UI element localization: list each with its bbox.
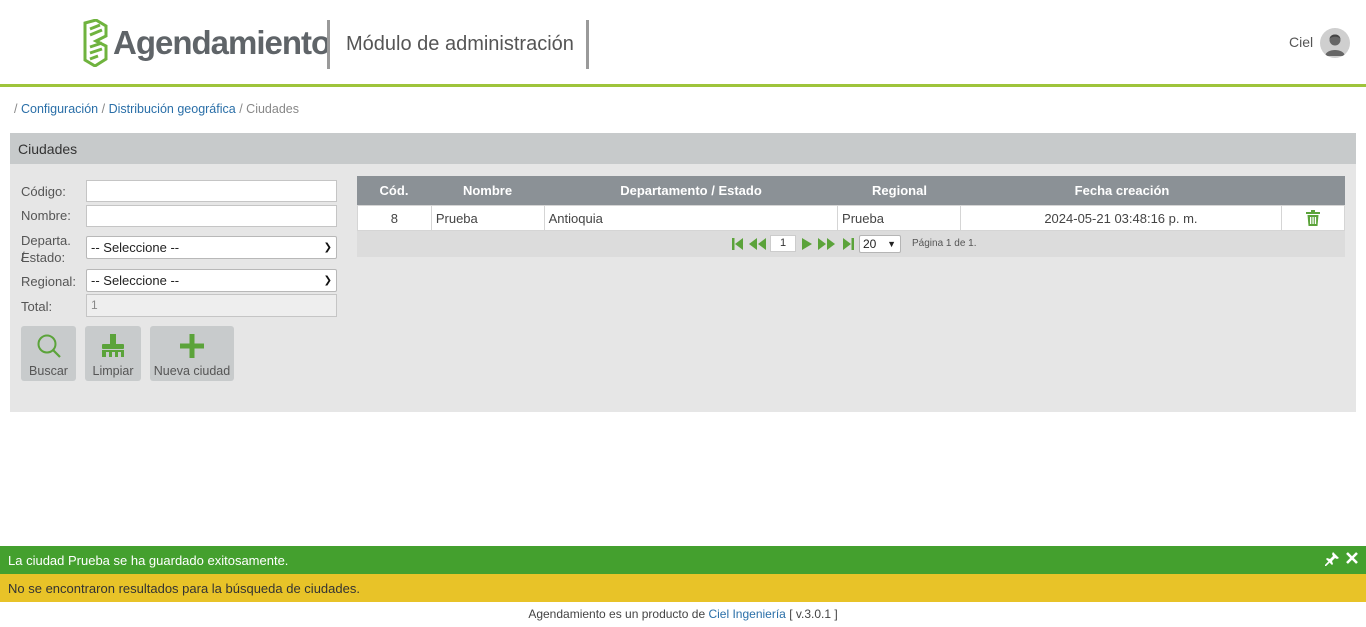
codigo-label: Código: (21, 184, 66, 199)
next-page-icon[interactable] (802, 238, 812, 253)
footer: Agendamiento es un producto de Ciel Inge… (0, 607, 1366, 621)
new-city-button-label: Nueva ciudad (153, 364, 231, 378)
nombre-input[interactable] (86, 205, 337, 227)
results-table: Cód. Nombre Departamento / Estado Region… (357, 176, 1345, 257)
ciudades-panel: Ciudades Código: Nombre: Departa. / Esta… (10, 133, 1356, 412)
user-avatar[interactable] (1320, 28, 1350, 58)
header-divider (586, 20, 589, 69)
departamento-selected: -- Seleccione -- (91, 240, 180, 255)
breadcrumb-separator: / (101, 102, 106, 116)
col-header-regional[interactable]: Regional (838, 176, 961, 205)
footer-version: [ v.3.0.1 ] (789, 607, 838, 621)
pager: 1 20 ▼ Página 1 de 1. (357, 231, 1345, 257)
page-info: Página 1 de 1. (912, 238, 977, 249)
broom-icon (100, 333, 126, 362)
regional-selected: -- Seleccione -- (91, 273, 180, 288)
clear-button[interactable]: Limpiar (85, 326, 141, 381)
logo-text: Agendamiento (113, 24, 331, 61)
chevron-down-icon: ❯ (323, 242, 332, 253)
page-size-select[interactable]: 20 ▼ (859, 235, 901, 253)
module-title: Módulo de administración (346, 33, 574, 55)
col-header-fecha[interactable]: Fecha creación (961, 176, 1283, 205)
trash-icon (1306, 210, 1321, 226)
col-header-nombre[interactable]: Nombre (431, 176, 544, 205)
app-header: Agendamiento Módulo de administración Ci… (0, 0, 1366, 87)
breadcrumb: / Configuración / Distribución geográfic… (14, 102, 299, 116)
cell-fecha: 2024-05-21 03:48:16 p. m. (961, 206, 1283, 230)
nombre-label: Nombre: (21, 208, 71, 223)
success-notification: La ciudad Prueba se ha guardado exitosam… (0, 546, 1366, 574)
header-divider (327, 20, 330, 69)
prev-page-icon[interactable] (749, 238, 767, 253)
pin-icon[interactable] (1324, 552, 1339, 569)
breadcrumb-distribucion[interactable]: Distribución geográfica (109, 102, 236, 116)
clear-button-label: Limpiar (92, 364, 134, 378)
cell-nombre: Prueba (432, 206, 545, 230)
search-button-label: Buscar (29, 364, 68, 378)
user-name[interactable]: Ciel (1289, 34, 1313, 50)
logo[interactable]: Agendamiento (82, 19, 331, 67)
table-row[interactable]: 8 Prueba Antioquia Prueba 2024-05-21 03:… (357, 205, 1345, 231)
logo-icon (83, 19, 108, 67)
warning-notification: No se encontraron resultados para la bús… (0, 574, 1366, 602)
breadcrumb-separator: / (14, 102, 18, 116)
codigo-input[interactable] (86, 180, 337, 202)
breadcrumb-configuracion[interactable]: Configuración (21, 102, 98, 116)
footer-text: Agendamiento es un producto de (528, 607, 706, 621)
cell-regional: Prueba (838, 206, 961, 230)
total-field: 1 (86, 294, 337, 317)
chevron-down-icon: ❯ (323, 275, 332, 286)
next-pages-icon[interactable] (818, 238, 836, 253)
regional-label: Regional: (21, 274, 76, 289)
breadcrumb-current: Ciudades (246, 102, 299, 116)
chevron-down-icon: ▼ (887, 239, 896, 249)
user-icon (1325, 34, 1345, 56)
delete-row-button[interactable] (1282, 206, 1344, 230)
cell-departamento: Antioquia (545, 206, 839, 230)
col-header-departamento[interactable]: Departamento / Estado (544, 176, 838, 205)
last-page-icon[interactable] (843, 238, 854, 253)
close-icon[interactable] (1345, 551, 1359, 568)
success-message: La ciudad Prueba se ha guardado exitosam… (8, 553, 289, 568)
warning-message: No se encontraron resultados para la bús… (8, 581, 360, 596)
departamento-select[interactable]: -- Seleccione -- ❯ (86, 236, 337, 259)
first-page-icon[interactable] (732, 238, 744, 253)
regional-select[interactable]: -- Seleccione -- ❯ (86, 269, 337, 292)
table-header: Cód. Nombre Departamento / Estado Region… (357, 176, 1345, 205)
new-city-button[interactable]: Nueva ciudad (150, 326, 234, 381)
cell-cod: 8 (358, 206, 432, 230)
panel-title: Ciudades (10, 133, 1356, 164)
total-label: Total: (21, 299, 53, 314)
plus-icon (179, 333, 205, 362)
footer-company-link[interactable]: Ciel Ingeniería (708, 607, 785, 621)
departamento-label-line2: Estado: (21, 250, 66, 265)
search-icon (36, 333, 62, 362)
col-header-cod[interactable]: Cód. (357, 176, 431, 205)
col-header-actions (1283, 176, 1345, 205)
breadcrumb-separator: / (239, 102, 243, 116)
page-size-value: 20 (863, 237, 877, 251)
page-number-input[interactable]: 1 (770, 235, 796, 252)
search-button[interactable]: Buscar (21, 326, 76, 381)
